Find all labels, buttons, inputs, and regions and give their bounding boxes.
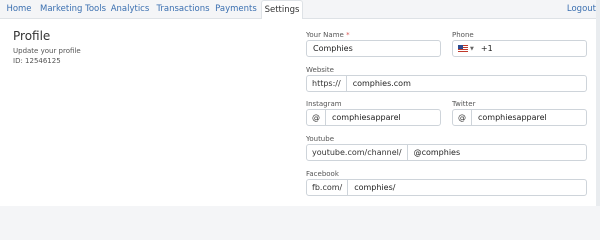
page-subtitle: Update your profile — [13, 47, 81, 55]
settings-panel: Profile Update your profile ID: 12546125… — [0, 19, 600, 206]
country-selector[interactable]: ▼ — [453, 41, 477, 56]
tab-analytics[interactable]: Analytics — [110, 0, 150, 19]
website-input[interactable]: comphies.com — [347, 76, 586, 91]
phone-field[interactable]: ▼ +1 — [452, 40, 587, 57]
user-id: ID: 12546125 — [13, 57, 61, 65]
website-label: Website — [306, 66, 334, 74]
name-label: Your Name * — [306, 31, 350, 39]
instagram-prefix: @ — [307, 110, 326, 125]
us-flag-icon — [458, 45, 468, 52]
tab-settings[interactable]: Settings — [261, 0, 303, 20]
caret-down-icon: ▼ — [470, 45, 474, 52]
top-nav: Home Marketing Tools Analytics Transacti… — [0, 0, 600, 20]
tab-home[interactable]: Home — [4, 0, 34, 19]
name-label-text: Your Name — [306, 31, 344, 39]
scrollbar-edge — [596, 0, 600, 206]
twitter-label: Twitter — [452, 100, 476, 108]
twitter-input[interactable]: comphiesapparel — [472, 110, 586, 125]
youtube-field[interactable]: youtube.com/channel/ @comphies — [306, 144, 587, 161]
facebook-input[interactable]: comphies/ — [348, 180, 586, 195]
youtube-input[interactable]: @comphies — [408, 145, 586, 160]
facebook-field[interactable]: fb.com/ comphies/ — [306, 179, 587, 196]
name-input[interactable]: Comphies — [307, 41, 440, 56]
page-title: Profile — [13, 29, 51, 43]
website-prefix: https:// — [307, 76, 347, 91]
youtube-prefix: youtube.com/channel/ — [307, 145, 408, 160]
phone-input[interactable]: +1 — [477, 41, 586, 56]
name-field[interactable]: Comphies — [306, 40, 441, 57]
phone-label: Phone — [452, 31, 474, 39]
tab-transactions[interactable]: Transactions — [156, 0, 210, 19]
youtube-label: Youtube — [306, 135, 334, 143]
facebook-label: Facebook — [306, 170, 339, 178]
instagram-field[interactable]: @ comphiesapparel — [306, 109, 441, 126]
facebook-prefix: fb.com/ — [307, 180, 349, 195]
instagram-input[interactable]: comphiesapparel — [326, 110, 440, 125]
logout-link[interactable]: Logout — [567, 0, 596, 19]
website-field[interactable]: https:// comphies.com — [306, 75, 587, 92]
tab-marketing-tools[interactable]: Marketing Tools — [40, 0, 106, 19]
twitter-field[interactable]: @ comphiesapparel — [452, 109, 587, 126]
tab-payments[interactable]: Payments — [215, 0, 257, 19]
instagram-label: Instagram — [306, 100, 342, 108]
required-mark: * — [346, 31, 350, 39]
twitter-prefix: @ — [453, 110, 472, 125]
